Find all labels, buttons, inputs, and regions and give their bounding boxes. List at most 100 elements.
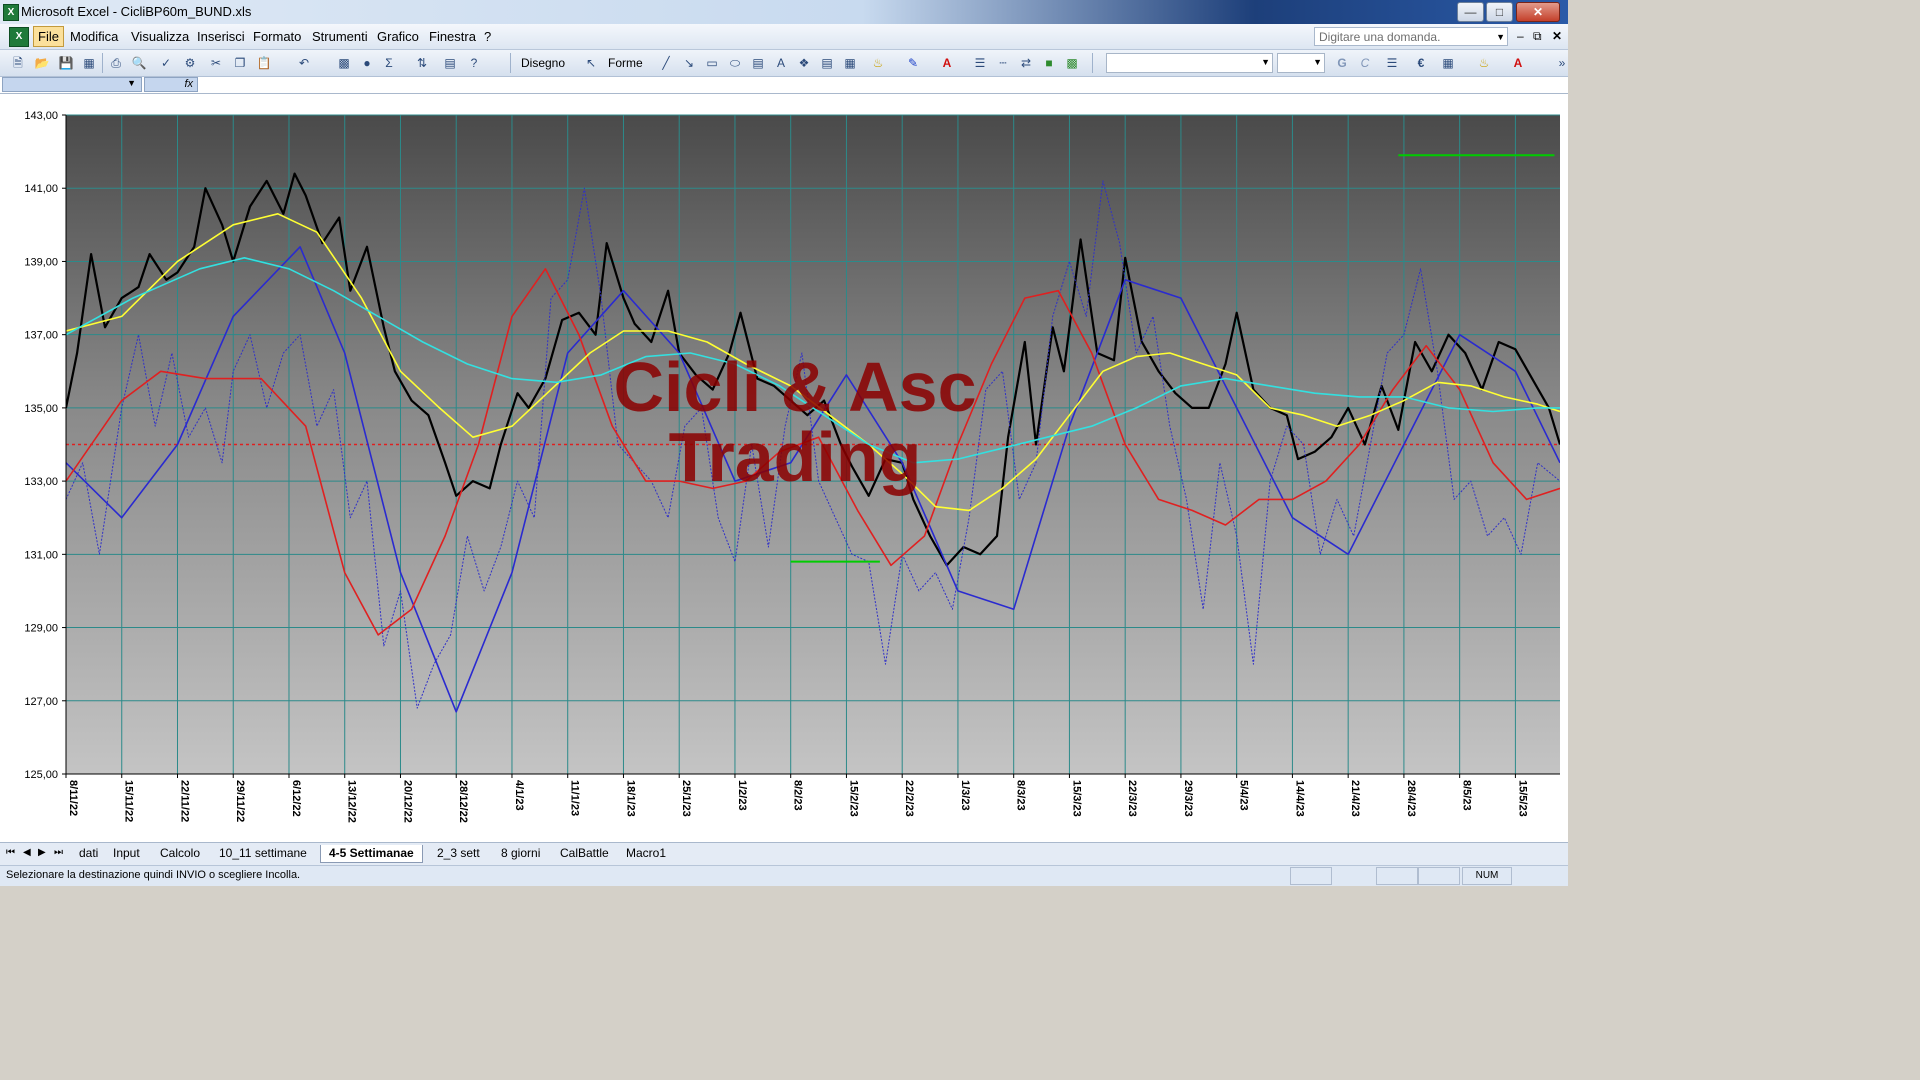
new-document-icon[interactable]: 🗎 <box>10 55 26 71</box>
font-color-icon[interactable]: A <box>939 55 955 71</box>
align-icon[interactable]: ☰ <box>1384 55 1400 71</box>
tab-10-11-settimane[interactable]: 10_11 settimane <box>211 845 315 862</box>
status-message: Selezionare la destinazione quindi INVIO… <box>6 869 301 881</box>
last-sheet-icon[interactable]: ⏭ <box>54 847 63 858</box>
fill-color-icon[interactable]: ♨ <box>870 55 886 71</box>
tab-input[interactable]: Input <box>105 845 148 862</box>
menu-file[interactable]: File <box>33 26 64 47</box>
clipart-icon[interactable]: ▤ <box>819 55 835 71</box>
workbook-icon[interactable]: X <box>9 27 29 47</box>
save-icon[interactable]: 💾 <box>58 55 74 71</box>
tab-8-giorni[interactable]: 8 giorni <box>493 845 548 862</box>
hyperlink-icon[interactable]: ▩ <box>336 55 352 71</box>
tab-dati[interactable]: dati <box>71 845 106 862</box>
cell-fill-icon[interactable]: ♨ <box>1476 55 1492 71</box>
x-tick-label: 18/1/23 <box>624 780 636 817</box>
mdi-close-button[interactable]: ✕ <box>1552 29 1562 43</box>
arrow-icon[interactable]: ↘ <box>681 55 697 71</box>
chevron-down-icon[interactable]: ▼ <box>1313 57 1322 67</box>
mdi-minimize-button[interactable]: – <box>1517 29 1524 43</box>
x-tick-label: 29/11/22 <box>234 780 246 822</box>
arrow-style-icon[interactable]: ⇄ <box>1018 55 1034 71</box>
autosum-icon[interactable]: Σ <box>381 55 397 71</box>
undo-icon[interactable]: ↶ <box>296 55 312 71</box>
chevron-down-icon[interactable]: ▼ <box>1496 28 1505 47</box>
menu-grafico[interactable]: Grafico <box>377 29 419 44</box>
3d-icon[interactable]: ▩ <box>1064 55 1080 71</box>
sort-icon[interactable]: ⇅ <box>414 55 430 71</box>
currency-icon[interactable]: € <box>1413 55 1429 71</box>
x-tick-label: 6/12/22 <box>290 780 302 817</box>
italic-icon[interactable]: C <box>1357 55 1373 71</box>
print-preview-icon[interactable]: 🔍 <box>131 55 147 71</box>
excel-icon[interactable]: X <box>3 4 19 21</box>
oval-icon[interactable]: ⬭ <box>727 55 743 71</box>
title-bar: X Microsoft Excel - CicliBP60m_BUND.xls … <box>0 0 1568 24</box>
x-tick-label: 15/3/23 <box>1070 780 1082 817</box>
name-box[interactable]: ▼ <box>2 77 142 92</box>
price-cycles-chart[interactable]: 125,00 127,00 129,00 131,00 133,00 135,00 137,… <box>0 94 1568 842</box>
wordart-icon[interactable]: A <box>773 55 789 71</box>
menu-help[interactable]: ? <box>484 29 491 44</box>
spelling-icon[interactable]: ✓ <box>158 55 174 71</box>
picture-icon[interactable]: ▦ <box>842 55 858 71</box>
cut-icon[interactable]: ✂ <box>208 55 224 71</box>
tab-calcolo[interactable]: Calcolo <box>152 845 208 862</box>
status-panel <box>1418 867 1460 885</box>
tab-2-3-sett[interactable]: 2_3 sett <box>429 845 488 862</box>
menu-finestra[interactable]: Finestra <box>429 29 476 44</box>
close-button[interactable]: ✕ <box>1516 2 1560 22</box>
toolbar-separator <box>510 53 511 73</box>
window-title: Microsoft Excel - CicliBP60m_BUND.xls <box>21 4 252 19</box>
y-tick-label: 125,00 <box>24 769 58 781</box>
menu-inserisci[interactable]: Inserisci <box>197 29 245 44</box>
open-folder-icon[interactable]: 📂 <box>34 55 50 71</box>
web-icon[interactable]: ● <box>359 55 375 71</box>
maximize-button[interactable]: □ <box>1486 2 1513 22</box>
print-icon[interactable]: ⎙ <box>108 55 124 71</box>
menu-modifica[interactable]: Modifica <box>70 29 118 44</box>
help-search-input[interactable]: Digitare una domanda. ▼ <box>1314 27 1508 46</box>
mdi-restore-button[interactable]: ⧉ <box>1533 29 1542 44</box>
research-icon[interactable]: ⚙ <box>182 55 198 71</box>
font-name-combo[interactable]: ▼ <box>1106 53 1273 73</box>
tab-4-5-settimanae[interactable]: 4-5 Settimanae <box>320 845 423 863</box>
shapes-menu[interactable]: Forme <box>608 56 643 70</box>
tab-calbattle[interactable]: CalBattle <box>552 845 617 862</box>
cell-font-color-icon[interactable]: A <box>1510 55 1526 71</box>
copy-icon[interactable]: ❐ <box>232 55 248 71</box>
rectangle-icon[interactable]: ▭ <box>704 55 720 71</box>
permission-icon[interactable]: ▦ <box>81 55 97 71</box>
line-style-icon[interactable]: ☰ <box>972 55 988 71</box>
help-icon[interactable]: ? <box>466 55 482 71</box>
chevron-down-icon[interactable]: ▼ <box>1261 57 1270 67</box>
prev-sheet-icon[interactable]: ◀ <box>23 847 31 858</box>
x-tick-label: 20/12/22 <box>401 780 413 823</box>
menu-visualizza[interactable]: Visualizza <box>131 29 189 44</box>
x-tick-label: 14/4/23 <box>1293 780 1305 817</box>
minimize-button[interactable]: — <box>1457 2 1484 22</box>
dash-style-icon[interactable]: ┄ <box>995 55 1011 71</box>
toolbar-options-icon[interactable]: » <box>1554 55 1570 71</box>
diagram-icon[interactable]: ❖ <box>796 55 812 71</box>
textbox-icon[interactable]: ▤ <box>750 55 766 71</box>
menu-strumenti[interactable]: Strumenti <box>312 29 368 44</box>
paste-icon[interactable]: 📋 <box>256 55 272 71</box>
font-size-combo[interactable]: ▼ <box>1277 53 1325 73</box>
tab-macro1[interactable]: Macro1 <box>618 845 674 862</box>
y-tick-label: 137,00 <box>24 330 58 342</box>
first-sheet-icon[interactable]: ⏮ <box>6 847 15 858</box>
chevron-down-icon[interactable]: ▼ <box>127 78 136 88</box>
line-icon[interactable]: ╱ <box>658 55 674 71</box>
line-color-icon[interactable]: ✎ <box>905 55 921 71</box>
shadow-icon[interactable]: ■ <box>1041 55 1057 71</box>
chart-wizard-icon[interactable]: ▤ <box>442 55 458 71</box>
borders-icon[interactable]: ▦ <box>1440 55 1456 71</box>
drawing-menu[interactable]: Disegno <box>521 56 565 70</box>
menu-formato[interactable]: Formato <box>253 29 301 44</box>
next-sheet-icon[interactable]: ▶ <box>38 847 46 858</box>
insert-function-button[interactable]: fx <box>144 77 198 92</box>
x-tick-label: 15/2/23 <box>847 780 859 817</box>
pointer-icon[interactable]: ↖ <box>583 55 599 71</box>
bold-icon[interactable]: G <box>1334 55 1350 71</box>
